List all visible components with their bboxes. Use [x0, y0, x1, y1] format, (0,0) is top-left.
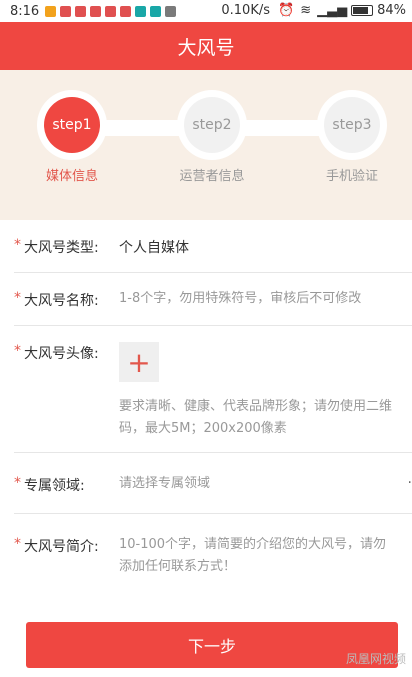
type-value: 个人自媒体 [119, 240, 189, 256]
notification-icon [105, 5, 117, 17]
step-3: step3 [317, 90, 387, 160]
field-select[interactable]: 请选择专属领域 [119, 473, 210, 495]
network-speed: 0.10K/s [221, 3, 270, 18]
avatar-row: * 大风号头像: + 要求清晰、健康、代表品牌形象；请勿使用二维码，最大5M；2… [14, 326, 412, 453]
add-avatar-button[interactable]: + [119, 342, 159, 382]
step-3-caption: 手机验证 [325, 169, 378, 184]
name-row[interactable]: * 大风号名称: 1-8个字，勿用特殊符号，审核后不可修改 [14, 273, 412, 326]
intro-row[interactable]: * 大风号简介: 10-100个字，请简要的介绍您的大风号，请勿添加任何联系方式… [14, 514, 412, 604]
step-3-circle: step3 [324, 97, 380, 153]
step-1-circle: step1 [44, 97, 100, 153]
battery-icon [351, 5, 374, 16]
name-input[interactable]: 1-8个字，勿用特殊符号，审核后不可修改 [119, 288, 361, 310]
step-2-circle: step2 [184, 97, 240, 153]
intro-label: 大风号简介: [24, 539, 99, 555]
intro-textarea[interactable]: 10-100个字，请简要的介绍您的大风号，请勿添加任何联系方式！ [119, 534, 399, 578]
signal-icon: ▁▃▅ [317, 3, 348, 18]
notification-icon [75, 5, 87, 17]
required-marker: * [14, 536, 21, 552]
watermark: 凤凰网视频 [345, 652, 406, 666]
dropdown-indicator-icon[interactable]: · [408, 475, 412, 491]
app-icon [165, 5, 177, 17]
required-marker: * [14, 475, 21, 491]
avatar-label: 大风号头像: [24, 346, 99, 362]
notification-icon [45, 5, 57, 17]
name-label: 大风号名称: [24, 293, 99, 309]
plus-icon: + [127, 345, 151, 379]
required-marker: * [14, 343, 21, 359]
title-bar: 大风号 [0, 22, 412, 70]
notification-icon [60, 5, 72, 17]
notification-icon [90, 5, 102, 17]
alarm-icon: ⏰ [278, 3, 295, 18]
required-marker: * [14, 290, 21, 306]
status-bar: 8:16 0.10K/s ⏰ ≋ ▁▃▅ 84% [0, 0, 412, 22]
required-marker: * [14, 237, 21, 253]
step-indicator: step1 step2 step3 媒体信息 运营者信息 手机验证 [0, 70, 412, 220]
type-label: 大风号类型: [24, 240, 99, 256]
page-title: 大风号 [177, 36, 235, 59]
calendar-icon [150, 5, 162, 17]
wifi-icon: ≋ [300, 3, 312, 18]
calendar-icon [135, 5, 147, 17]
step-2: step2 [177, 90, 247, 160]
step-1: step1 [37, 90, 107, 160]
notification-icon [120, 5, 132, 17]
step-1-caption: 媒体信息 [45, 169, 98, 184]
avatar-hint: 要求清晰、健康、代表品牌形象；请勿使用二维码，最大5M；200x200像素 [119, 399, 393, 436]
media-info-form: * 大风号类型: 个人自媒体 * 大风号名称: 1-8个字，勿用特殊符号，审核后… [0, 220, 412, 604]
step-2-caption: 运营者信息 [179, 169, 245, 184]
field-label: 专属领域: [24, 478, 85, 494]
field-row[interactable]: * 专属领域: 请选择专属领域 · [14, 453, 412, 514]
next-step-button[interactable]: 下一步 [26, 622, 398, 668]
battery-level: 84% [377, 3, 406, 18]
status-time: 8:16 [10, 3, 40, 19]
type-row: * 大风号类型: 个人自媒体 [14, 220, 412, 273]
